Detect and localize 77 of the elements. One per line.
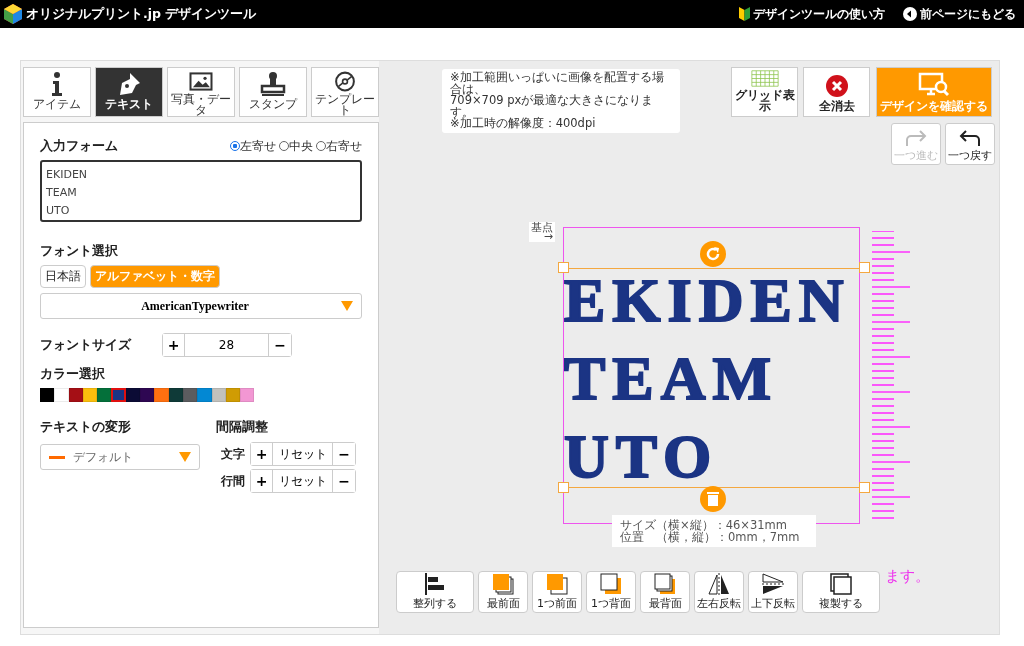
origin-label: 基点 →: [529, 222, 555, 242]
transform-select[interactable]: デフォルト: [40, 444, 200, 470]
undo-arrow-icon: [957, 130, 983, 148]
color-swatch[interactable]: [54, 388, 69, 402]
notice-text: ※加工範囲いっぱいに画像を配置する場合は、 709×709 pxが最適な大きさになります。 ※加工時の解像度：400dpi: [442, 69, 680, 133]
size-info-line: 位置 （横，縦）：0mm，7mm: [620, 531, 801, 543]
resize-handle[interactable]: [558, 482, 569, 493]
color-swatch[interactable]: [40, 388, 55, 402]
field-label: 文字: [220, 445, 246, 463]
size-info-line: サイズ（横×縦）：46×31mm: [620, 519, 788, 531]
arrange-tool-button[interactable]: 1つ背面: [586, 571, 636, 613]
cube-logo-icon: [4, 4, 22, 24]
stamp-icon: [258, 71, 288, 97]
resize-handle[interactable]: [558, 262, 569, 273]
color-swatch[interactable]: [197, 388, 212, 402]
tool-tab[interactable]: テンプレート: [311, 67, 379, 117]
align-left-icon: [423, 572, 447, 596]
arrange-tool-button[interactable]: 1つ前面: [532, 571, 582, 613]
arrange-tool-button[interactable]: 最前面: [478, 571, 528, 613]
clear-all-button[interactable]: 全消去: [803, 67, 870, 117]
align-radio[interactable]: 左寄せ: [230, 138, 276, 154]
arrange-tool-button[interactable]: 左右反転: [694, 571, 744, 613]
layers-front-icon: [491, 572, 515, 596]
color-swatch[interactable]: [97, 388, 112, 402]
font-select[interactable]: AmericanTypewriter: [40, 293, 362, 319]
redo-arrow-icon: [903, 130, 929, 148]
site-logo-text: オリジナルプリント.jp デザインツール: [26, 5, 257, 23]
monitor-search-icon: [918, 72, 950, 98]
arrange-tool-button[interactable]: 複製する: [802, 571, 880, 613]
resize-handle[interactable]: [859, 482, 870, 493]
rotate-icon[interactable]: [700, 241, 726, 267]
close-icon: [824, 74, 849, 98]
tool-tab[interactable]: スタンプ: [239, 67, 307, 117]
copy-icon: [829, 572, 853, 596]
section-title: 間隔調整: [216, 419, 268, 434]
plus-button[interactable]: +: [251, 443, 273, 465]
header-link[interactable]: デザインツールの使い方: [739, 5, 885, 23]
flip-horizontal-icon: [707, 572, 731, 596]
color-swatch[interactable]: [154, 388, 169, 402]
section-title: 入力フォーム: [40, 137, 118, 155]
color-swatch[interactable]: [140, 388, 155, 402]
design-text[interactable]: EKIDEN: [564, 269, 851, 331]
section-title: カラー選択: [40, 365, 106, 383]
align-radio[interactable]: 右寄せ: [316, 138, 362, 154]
field-label: 行間: [220, 472, 246, 490]
design-text[interactable]: UTO: [564, 425, 719, 487]
layer-backward-icon: [599, 572, 623, 596]
arrange-tool-button[interactable]: 上下反転: [748, 571, 798, 613]
text-input-field[interactable]: EKIDEN TEAM UTO: [40, 160, 362, 222]
plus-button[interactable]: +: [251, 470, 273, 492]
color-swatch[interactable]: [111, 388, 126, 402]
layers-back-icon: [653, 572, 677, 596]
dropdown-arrow-icon: [341, 301, 353, 311]
undo-button[interactable]: 一つ戻す: [945, 123, 995, 165]
arrange-tool-button[interactable]: 最背面: [640, 571, 690, 613]
section-title: テキストの変形: [40, 419, 131, 434]
grid-toggle-button[interactable]: グリッド表示: [731, 67, 798, 117]
font-type-button[interactable]: 日本語: [40, 265, 86, 288]
trash-icon[interactable]: [700, 486, 726, 512]
design-text[interactable]: TEAM: [564, 347, 778, 409]
dropdown-arrow-icon: [179, 452, 191, 462]
align-radio[interactable]: 中央: [279, 138, 313, 154]
picture-icon: [186, 71, 216, 92]
color-swatch[interactable]: [240, 388, 255, 402]
resize-handle[interactable]: [859, 262, 870, 273]
hint-text: ます。: [885, 567, 930, 586]
flip-vertical-icon: [761, 572, 785, 596]
arrange-tool-button[interactable]: 整列する: [396, 571, 474, 613]
tool-tab[interactable]: アイテム: [23, 67, 91, 117]
tool-tab[interactable]: テキスト: [95, 67, 163, 117]
section-title: フォント選択: [40, 242, 119, 260]
tool-tab[interactable]: 写真・データ: [167, 67, 235, 117]
plus-button[interactable]: +: [163, 334, 185, 356]
header-link[interactable]: 前ページにもどる: [903, 5, 1016, 23]
layer-forward-icon: [545, 572, 569, 596]
field-label: フォントサイズ: [40, 336, 133, 354]
beginner-mark-icon: [739, 7, 750, 21]
